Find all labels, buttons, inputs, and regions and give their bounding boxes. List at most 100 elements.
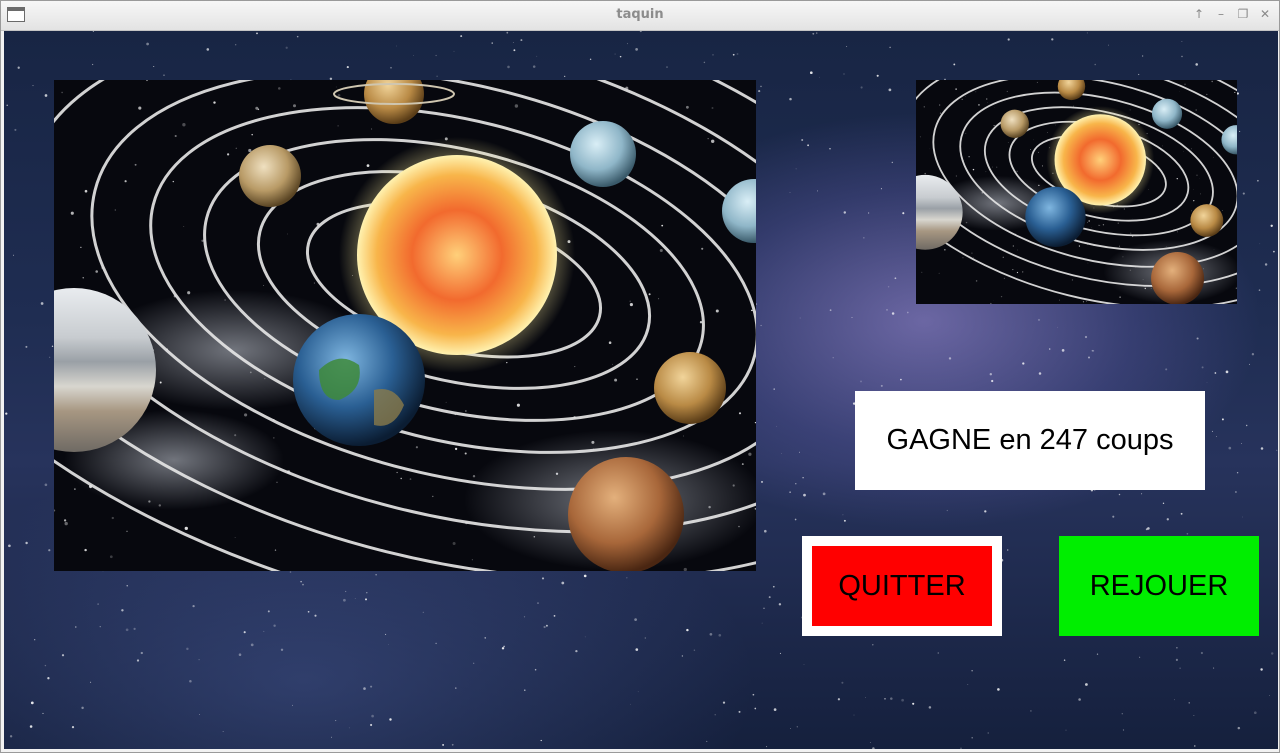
minimize-icon[interactable]: – <box>1215 6 1227 22</box>
star <box>44 94 48 97</box>
star <box>807 144 809 147</box>
quit-button[interactable]: QUITTER <box>802 536 1002 636</box>
maximize-icon[interactable]: ❐ <box>1237 6 1249 22</box>
star <box>1211 430 1213 432</box>
star <box>1270 652 1274 655</box>
star <box>886 309 888 311</box>
star <box>608 341 612 344</box>
star <box>666 66 668 68</box>
star <box>955 88 957 90</box>
star <box>536 55 538 57</box>
star <box>575 649 578 653</box>
star <box>630 703 631 705</box>
star <box>1201 366 1204 369</box>
win-status-box: GAGNE en 247 coups <box>855 391 1205 490</box>
star <box>1065 729 1067 731</box>
star <box>802 476 804 479</box>
star <box>1139 656 1141 658</box>
star <box>387 644 389 645</box>
star <box>61 654 65 657</box>
star <box>1091 349 1094 352</box>
star <box>192 604 195 608</box>
star <box>921 271 923 273</box>
star <box>136 659 140 662</box>
star <box>764 529 767 533</box>
star <box>773 708 777 711</box>
star <box>366 592 368 594</box>
star <box>1270 224 1273 227</box>
star <box>801 138 804 142</box>
star <box>1082 301 1085 303</box>
star <box>1221 418 1224 421</box>
star <box>396 471 398 474</box>
star <box>1237 726 1241 730</box>
star <box>1078 698 1081 701</box>
title-bar[interactable]: taquin ↑ – ❐ ✕ <box>1 1 1279 31</box>
star <box>460 35 463 38</box>
star <box>14 128 17 131</box>
star <box>965 132 967 134</box>
star <box>714 714 716 716</box>
star <box>1087 356 1091 359</box>
star <box>1273 250 1275 253</box>
star <box>1012 245 1014 247</box>
star <box>635 48 638 51</box>
star <box>1235 287 1237 289</box>
star <box>965 221 968 224</box>
star <box>1181 41 1183 42</box>
star <box>1129 109 1131 111</box>
star <box>1054 124 1056 126</box>
star <box>876 74 879 77</box>
star <box>473 662 475 664</box>
star <box>1051 38 1054 41</box>
star <box>843 73 845 75</box>
star <box>1006 90 1008 92</box>
star <box>975 280 978 282</box>
star <box>541 577 545 580</box>
star <box>109 555 113 559</box>
star <box>1251 353 1255 356</box>
star <box>781 453 782 454</box>
star <box>790 728 791 729</box>
star <box>1144 287 1146 290</box>
star <box>1234 491 1237 493</box>
star <box>1191 210 1192 212</box>
star <box>331 736 332 738</box>
star <box>47 677 50 680</box>
star <box>343 598 346 602</box>
star <box>644 637 646 639</box>
star <box>435 642 437 645</box>
star <box>1264 263 1268 266</box>
star <box>987 732 989 734</box>
star <box>1048 348 1051 350</box>
star <box>818 76 820 78</box>
star <box>133 627 136 631</box>
close-icon[interactable]: ✕ <box>1259 6 1271 22</box>
star <box>71 726 75 729</box>
star <box>1216 436 1218 437</box>
star <box>1038 151 1039 153</box>
star <box>561 581 565 585</box>
replay-button[interactable]: REJOUER <box>1059 536 1259 636</box>
star <box>693 649 696 651</box>
star <box>574 366 576 368</box>
puzzle-board[interactable] <box>54 80 756 571</box>
star <box>1102 224 1105 226</box>
star <box>95 270 98 273</box>
arrow-up-icon[interactable]: ↑ <box>1193 6 1205 22</box>
quit-button-face[interactable]: QUITTER <box>812 546 992 626</box>
star <box>435 54 437 57</box>
star <box>971 252 973 254</box>
star <box>371 714 374 718</box>
star <box>1176 646 1178 649</box>
star <box>760 85 762 88</box>
star <box>1078 245 1081 247</box>
star <box>273 437 275 439</box>
star <box>1087 262 1089 264</box>
star <box>1175 658 1178 661</box>
star <box>1091 227 1093 228</box>
star <box>182 123 186 127</box>
star <box>184 526 188 531</box>
star <box>1119 245 1120 247</box>
star <box>174 134 177 138</box>
